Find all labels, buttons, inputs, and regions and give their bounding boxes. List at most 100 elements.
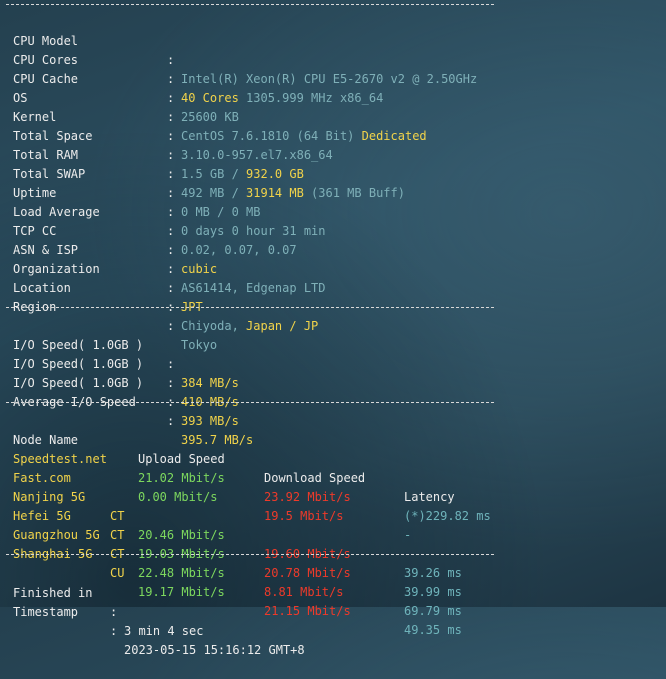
speedtest-row: Speedtest.net 21.02 Mbit/s 23.92 Mbit/s … [6, 431, 491, 523]
row-asn-isp: ASN & ISP : AS61414, Edgenap LTD [6, 222, 326, 295]
timestamp-value: 2023-05-15 15:16:12 GMT+8 [124, 643, 305, 657]
latency: 69.79 ms [404, 604, 462, 618]
row-cpu-cores: CPU Cores : 40 Cores 1305.999 MHz x86_64 [6, 32, 383, 105]
upload-speed: 20.46 Mbit/s [138, 528, 225, 542]
total-space-total: 932.0 GB [246, 167, 304, 181]
row-organization: Organization : JPT [6, 241, 203, 314]
cpu-cores-frequency: 1305.999 MHz x86_64 [238, 91, 384, 105]
colon: : [167, 243, 175, 257]
download-speed: 21.15 Mbit/s [264, 604, 351, 618]
separator-line [6, 4, 494, 5]
colon: : [167, 72, 175, 86]
row-location: Location : Chiyoda, Japan / JP [6, 260, 318, 333]
row-cpu-cache: CPU Cache : 25600 KB [6, 51, 239, 124]
speedtest-row: Fast.com 0.00 Mbit/s 19.5 Mbit/s - [6, 450, 411, 542]
uptime-value: 0 days 0 hour 31 min [181, 224, 326, 238]
colon: : [167, 319, 175, 333]
row-io-speed-1: I/O Speed( 1.0GB ) : 384 MB/s [6, 317, 239, 390]
latency: 39.99 ms [404, 585, 462, 599]
speedtest-row: Shanghai 5G CU 19.17 Mbit/s 21.15 Mbit/s… [6, 526, 462, 637]
row-region: Region : Tokyo [6, 279, 217, 352]
colon: : [110, 624, 118, 638]
colon: : [167, 262, 175, 276]
io-speed-value: 393 MB/s [181, 414, 239, 428]
io-speed-value: 384 MB/s [181, 376, 239, 390]
location-city: Chiyoda, [181, 319, 247, 333]
latency: (*)229.82 ms [404, 509, 491, 523]
colon: : [167, 186, 175, 200]
row-io-speed-3: I/O Speed( 1.0GB ) : 393 MB/s [6, 355, 239, 428]
tcp-cc-value: cubic [181, 262, 218, 276]
download-speed: 20.78 Mbit/s [264, 566, 351, 580]
row-finished-in: Finished in : 3 min 4 sec [6, 565, 203, 638]
colon: : [167, 357, 175, 371]
speedtest-header-row: Node Name Upload Speed Download Speed La… [6, 412, 455, 504]
os-type: Dedicated [361, 129, 427, 143]
total-ram-used: 492 MB / [181, 186, 247, 200]
row-total-ram: Total RAM : 492 MB / 31914 MB (361 MB Bu… [6, 127, 405, 200]
total-swap-value: 0 MB / 0 MB [181, 205, 261, 219]
cpu-cache-value: 25600 KB [181, 110, 239, 124]
region-value: Tokyo [181, 338, 218, 352]
row-total-space: Total Space : 1.5 GB / 932.0 GB [6, 108, 304, 181]
colon: : [167, 53, 175, 67]
row-kernel: Kernel : 3.10.0-957.el7.x86_64 [6, 89, 333, 162]
isp-code: CU [110, 566, 125, 580]
speedtest-row: Hefei 5G CT 19.03 Mbit/s 20.78 Mbit/s 39… [6, 488, 462, 599]
row-timestamp: Timestamp : 2023-05-15 15:16:12 GMT+8 [6, 584, 305, 657]
upload-speed: 19.17 Mbit/s [138, 585, 225, 599]
os-value: CentOS 7.6.1810 (64 Bit) [181, 129, 362, 143]
header-latency: Latency [404, 490, 455, 504]
row-load-average: Load Average : 0.02, 0.07, 0.07 [6, 184, 297, 257]
row-io-speed-2: I/O Speed( 1.0GB ) : 410 MB/s [6, 336, 239, 409]
cpu-model-value: Intel(R) Xeon(R) CPU E5-2670 v2 @ 2.50GH… [181, 72, 478, 86]
upload-speed: 0.00 Mbit/s [138, 490, 218, 504]
row-cpu-model: CPU Model : Intel(R) Xeon(R) CPU E5-2670… [6, 13, 477, 86]
latency: - [404, 528, 412, 542]
total-ram-buff: (361 MB Buff) [303, 186, 405, 200]
isp-code: CT [110, 528, 125, 542]
row-total-swap: Total SWAP : 0 MB / 0 MB [6, 146, 260, 219]
colon: : [167, 148, 175, 162]
timestamp-label: Timestamp [13, 605, 79, 619]
total-ram-total: 31914 MB [246, 186, 304, 200]
colon: : [167, 376, 175, 390]
separator-line [6, 402, 494, 403]
colon: : [167, 110, 175, 124]
colon: : [167, 205, 175, 219]
header-upload-speed: Upload Speed [138, 452, 225, 466]
load-average-value: 0.02, 0.07, 0.07 [181, 243, 297, 257]
download-speed: 19.5 Mbit/s [264, 509, 344, 523]
speedtest-row: Guangzhou 5G CT 22.48 Mbit/s 8.81 Mbit/s… [6, 507, 462, 618]
total-space-used: 1.5 GB / [181, 167, 247, 181]
isp-code: CT [110, 509, 125, 523]
download-speed: 8.81 Mbit/s [264, 585, 344, 599]
row-os: OS : CentOS 7.6.1810 (64 Bit) Dedicated [6, 70, 427, 143]
download-speed: 23.92 Mbit/s [264, 490, 351, 504]
location-country: Japan / JP [246, 319, 319, 333]
kernel-value: 3.10.0-957.el7.x86_64 [181, 148, 333, 162]
row-io-average: Average I/O Speed : 395.7 MB/s [6, 374, 253, 447]
colon: : [167, 414, 175, 428]
colon: : [167, 91, 175, 105]
speedtest-row: Nanjing 5G CT 20.46 Mbit/s 19.60 Mbit/s … [6, 469, 462, 580]
asn-isp-value: AS61414, Edgenap LTD [181, 281, 326, 295]
io-average-value: 395.7 MB/s [181, 433, 254, 447]
colon: : [110, 605, 118, 619]
finished-in-value: 3 min 4 sec [124, 624, 204, 638]
separator-line [6, 554, 494, 555]
header-download-speed: Download Speed [264, 471, 366, 485]
upload-speed: 22.48 Mbit/s [138, 566, 225, 580]
colon: : [167, 224, 175, 238]
row-tcp-cc: TCP CC : cubic [6, 203, 217, 276]
row-uptime: Uptime : 0 days 0 hour 31 min [6, 165, 326, 238]
upload-speed: 21.02 Mbit/s [138, 471, 225, 485]
separator-line [6, 307, 494, 308]
cpu-cores-count: 40 Cores [181, 91, 239, 105]
latency: 49.35 ms [404, 623, 462, 637]
colon: : [167, 129, 175, 143]
colon: : [167, 281, 175, 295]
latency: 39.26 ms [404, 566, 462, 580]
colon: : [167, 167, 175, 181]
terminal-window[interactable]: CPU Model : Intel(R) Xeon(R) CPU E5-2670… [0, 0, 666, 657]
